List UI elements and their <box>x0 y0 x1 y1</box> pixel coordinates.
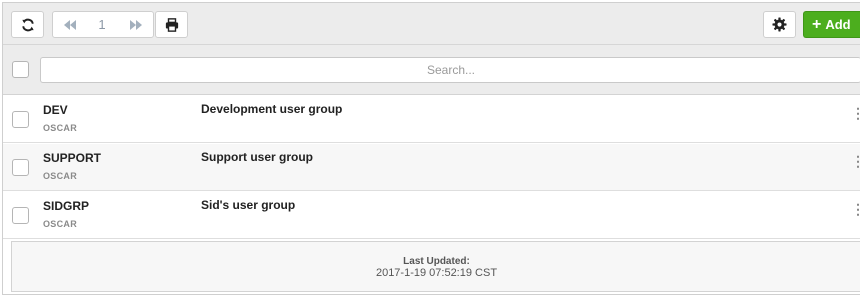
pager: 1 <box>52 11 154 38</box>
last-updated-timestamp: 2017-1-19 07:52:19 CST <box>375 267 498 279</box>
add-button-label: Add <box>825 17 851 32</box>
row-checkbox[interactable] <box>12 207 29 224</box>
row-menu-icon[interactable]: ⋮ <box>851 106 860 128</box>
table-row[interactable]: SUPPORT OSCAR Support user group ⋮ <box>3 144 860 191</box>
toolbar: 1 + Add <box>3 3 860 45</box>
select-all-checkbox[interactable] <box>12 61 29 78</box>
rewind-icon <box>63 19 76 30</box>
search-row <box>3 45 860 95</box>
row-checkbox[interactable] <box>12 159 29 176</box>
fast-forward-icon <box>129 19 142 30</box>
plus-icon: + <box>812 15 822 33</box>
group-name: DEV <box>43 103 68 117</box>
print-icon <box>165 17 178 32</box>
settings-button[interactable] <box>763 11 796 38</box>
last-updated-footer: Last Updated: 2017-1-19 07:52:19 CST <box>11 241 860 292</box>
group-list-panel: 1 + Add Search... DEV OSCAR Development … <box>2 2 860 295</box>
refresh-icon <box>21 18 34 31</box>
group-description: Development user group <box>201 102 343 116</box>
table-row[interactable]: SIDGRP OSCAR Sid's user group ⋮ <box>3 192 860 239</box>
page-number[interactable]: 1 <box>87 12 117 37</box>
next-page-button[interactable] <box>117 12 153 37</box>
gear-icon <box>772 17 787 32</box>
print-button[interactable] <box>155 11 188 38</box>
group-name: SUPPORT <box>43 151 102 165</box>
group-owner: OSCAR <box>43 123 78 133</box>
group-description: Sid's user group <box>201 198 296 212</box>
row-menu-icon[interactable]: ⋮ <box>851 154 860 176</box>
search-input[interactable] <box>40 57 860 83</box>
add-button[interactable]: + Add <box>803 11 860 38</box>
group-description: Support user group <box>201 150 313 164</box>
first-page-button[interactable] <box>53 12 87 37</box>
group-owner: OSCAR <box>43 171 78 181</box>
row-menu-icon[interactable]: ⋮ <box>851 202 860 224</box>
last-updated-label: Last Updated: <box>403 256 470 267</box>
refresh-button[interactable] <box>11 11 44 38</box>
table-row[interactable]: DEV OSCAR Development user group ⋮ <box>3 96 860 143</box>
row-checkbox[interactable] <box>12 111 29 128</box>
group-name: SIDGRP <box>43 199 90 213</box>
group-owner: OSCAR <box>43 219 78 229</box>
